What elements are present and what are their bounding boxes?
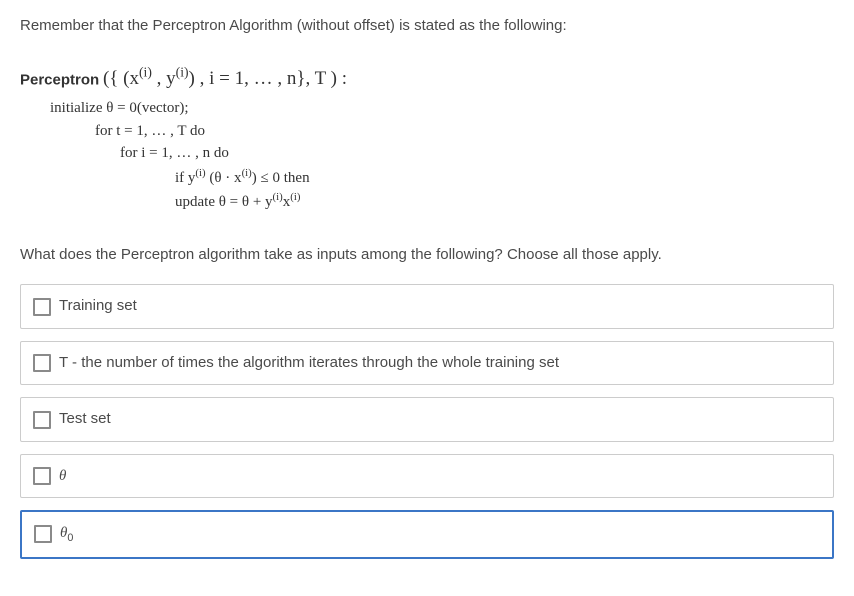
option-label: T - the number of times the algorithm it… <box>59 352 559 375</box>
checkbox-icon[interactable] <box>33 411 51 429</box>
option-label: θ <box>59 465 66 488</box>
algorithm-line-if: if y(i) (θ · x(i)) ≤ 0 then <box>175 165 834 190</box>
question-text: What does the Perceptron algorithm take … <box>20 244 834 267</box>
checkbox-icon[interactable] <box>33 467 51 485</box>
algorithm-name: Perceptron <box>20 71 99 88</box>
option-label: Training set <box>59 295 137 318</box>
checkbox-icon[interactable] <box>33 354 51 372</box>
intro-text: Remember that the Perceptron Algorithm (… <box>20 15 834 38</box>
option-theta-zero[interactable]: θ0 <box>20 510 834 558</box>
checkbox-icon[interactable] <box>34 525 52 543</box>
algorithm-block: Perceptron ({ (x(i) , y(i)) , i = 1, … ,… <box>20 63 834 214</box>
algorithm-line-update: update θ = θ + y(i)x(i) <box>175 189 834 214</box>
algorithm-line-initialize: initialize θ = 0(vector); <box>50 97 834 120</box>
algorithm-line-for-i: for i = 1, … , n do <box>120 142 834 165</box>
option-label: Test set <box>59 408 111 431</box>
option-test-set[interactable]: Test set <box>20 397 834 442</box>
checkbox-icon[interactable] <box>33 298 51 316</box>
option-theta[interactable]: θ <box>20 454 834 499</box>
option-training-set[interactable]: Training set <box>20 284 834 329</box>
option-label: θ0 <box>60 522 73 546</box>
algorithm-args: ({ (x(i) , y(i)) , i = 1, … , n}, T ) : <box>103 68 347 89</box>
algorithm-header: Perceptron ({ (x(i) , y(i)) , i = 1, … ,… <box>20 63 834 94</box>
options-container: Training set T - the number of times the… <box>20 284 834 558</box>
algorithm-line-for-t: for t = 1, … , T do <box>95 120 834 143</box>
option-t-iterations[interactable]: T - the number of times the algorithm it… <box>20 341 834 386</box>
